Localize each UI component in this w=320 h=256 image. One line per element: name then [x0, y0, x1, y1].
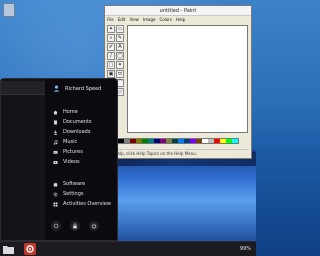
menu-item-label: Home — [63, 109, 78, 115]
music-icon — [53, 139, 58, 145]
menu-item-label: Settings — [63, 191, 84, 197]
menu-item-label: Documents — [63, 119, 92, 125]
activities-icon — [53, 202, 58, 207]
software-icon — [53, 182, 58, 187]
menu-item-downloads[interactable]: Downloads — [53, 127, 92, 137]
menu-item-software[interactable]: Software — [53, 179, 111, 189]
menu-item-label: Downloads — [63, 129, 91, 135]
menu-item-label: Music — [63, 139, 78, 145]
paint-canvas[interactable] — [127, 25, 248, 133]
taskbar: 99% — [0, 241, 256, 256]
menu-view[interactable]: View — [129, 16, 139, 24]
color-swatch[interactable] — [232, 139, 238, 143]
pictures-icon — [53, 150, 58, 155]
settings-button[interactable] — [51, 221, 61, 231]
paint-tool-icon[interactable]: / — [107, 52, 115, 60]
menu-launcher-button[interactable] — [24, 243, 36, 255]
settings-icon — [53, 191, 58, 197]
app-menu: Richard Speed Home Documents Downloads M… — [0, 78, 118, 241]
power-button[interactable] — [89, 221, 99, 231]
user-name: Richard Speed — [65, 85, 102, 92]
menu-help[interactable]: Help — [176, 16, 185, 24]
status-bar: For Help, click Help Topics on the Help … — [107, 149, 249, 156]
menu-item-label: Videos — [63, 159, 80, 165]
paint-tool-icon[interactable]: ▭ — [116, 25, 124, 33]
gear-icon — [53, 223, 59, 229]
home-icon — [53, 110, 58, 115]
paint-tool-icon[interactable]: ▢ — [107, 61, 115, 69]
lock-button[interactable] — [70, 221, 80, 231]
paint-tool-icon[interactable]: ✶ — [116, 61, 124, 69]
documents-icon — [53, 120, 58, 125]
paint-tool-icon[interactable]: ✎ — [116, 34, 124, 42]
menu-image[interactable]: Image — [143, 16, 156, 24]
paint-tool-icon[interactable]: ✐ — [107, 43, 115, 51]
system-list: Software Settings Activities Overview — [53, 179, 111, 209]
power-icon — [91, 223, 97, 229]
downloads-icon — [53, 130, 58, 135]
menu-left-pane — [1, 79, 45, 240]
menu-item-label: Pictures — [63, 149, 83, 155]
paint-tool-icon[interactable]: A — [116, 43, 124, 51]
menu-item-settings[interactable]: Settings — [53, 189, 111, 199]
user-icon — [53, 85, 60, 92]
lock-icon — [73, 223, 77, 229]
paint-tool-icon[interactable]: ◯ — [116, 52, 124, 60]
search-input[interactable] — [1, 81, 45, 95]
paint-title: untitled - Paint — [105, 6, 251, 16]
menu-item-music[interactable]: Music — [53, 137, 92, 147]
menu-item-documents[interactable]: Documents — [53, 117, 92, 127]
videos-icon — [53, 160, 58, 165]
battery-indicator[interactable]: 99% — [240, 245, 251, 254]
menu-colors[interactable]: Colors — [159, 16, 172, 24]
places-list: Home Documents Downloads Music Pictures … — [53, 107, 92, 167]
paint-menubar: File Edit View Image Colors Help — [105, 16, 251, 24]
menu-item-label: Activities Overview — [63, 201, 111, 207]
power-row — [51, 221, 99, 231]
desktop-icon[interactable] — [3, 3, 15, 17]
menu-item-videos[interactable]: Videos — [53, 157, 92, 167]
paint-tool-icon[interactable]: ▣ — [107, 70, 115, 78]
paint-window[interactable]: untitled - Paint File Edit View Image Co… — [104, 5, 252, 159]
paint-tool-icon[interactable]: ⌕ — [107, 34, 115, 42]
folder-icon — [3, 246, 14, 254]
menu-edit[interactable]: Edit — [118, 16, 126, 24]
paint-tool-icon[interactable]: ✦ — [107, 25, 115, 33]
color-palette — [117, 138, 239, 144]
paint-body: ✦▭⌕✎✐A/◯▢✶▣⬭⬚⌒⌇▱ For Help, click Help To… — [105, 24, 251, 158]
app-launcher-icon — [26, 245, 34, 253]
paint-tool-icon[interactable]: ⬭ — [116, 70, 124, 78]
menu-item-activities[interactable]: Activities Overview — [53, 199, 111, 209]
menu-item-label: Software — [63, 181, 86, 187]
menu-item-home[interactable]: Home — [53, 107, 92, 117]
user-row[interactable]: Richard Speed — [53, 85, 101, 92]
files-button[interactable] — [3, 245, 14, 254]
menu-file[interactable]: File — [107, 16, 114, 24]
menu-item-pictures[interactable]: Pictures — [53, 147, 92, 157]
